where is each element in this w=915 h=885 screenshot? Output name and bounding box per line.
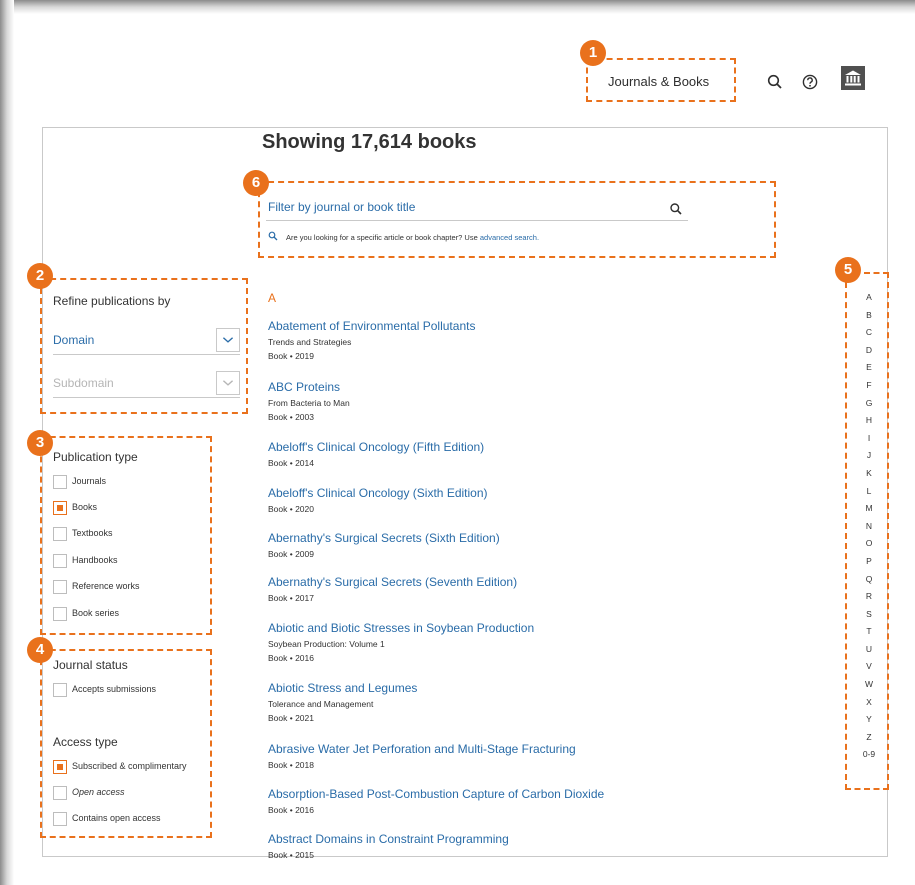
book-title-link[interactable]: Abernathy's Surgical Secrets (Seventh Ed… bbox=[268, 574, 788, 590]
callout-badge-6: 6 bbox=[243, 170, 269, 196]
book-item[interactable]: Abeloff's Clinical Oncology (Sixth Editi… bbox=[268, 485, 788, 515]
book-subtitle: Tolerance and Management bbox=[268, 699, 374, 709]
book-title-link[interactable]: Abatement of Environmental Pollutants bbox=[268, 318, 788, 334]
book-meta: Book • 2016 bbox=[268, 653, 314, 663]
letter-heading: A bbox=[268, 291, 277, 305]
book-meta: Book • 2003 bbox=[268, 412, 314, 422]
book-meta: Book • 2015 bbox=[268, 850, 314, 860]
callout-box-2 bbox=[40, 278, 248, 414]
institution-icon bbox=[845, 70, 861, 86]
book-meta: Book • 2021 bbox=[268, 713, 314, 723]
book-item[interactable]: Abernathy's Surgical Secrets (Sixth Edit… bbox=[268, 530, 788, 560]
callout-box-1 bbox=[586, 58, 736, 102]
book-meta: Book • 2009 bbox=[268, 549, 314, 559]
callout-box-3 bbox=[40, 436, 212, 635]
book-subtitle: Soybean Production: Volume 1 bbox=[268, 639, 385, 649]
book-item[interactable]: Abstract Domains in Constraint Programmi… bbox=[268, 831, 788, 861]
results-heading: Showing 17,614 books bbox=[262, 131, 477, 153]
institution-button[interactable] bbox=[841, 66, 865, 90]
book-item[interactable]: Abrasive Water Jet Perforation and Multi… bbox=[268, 741, 788, 771]
frame-shadow-left bbox=[0, 0, 14, 885]
callout-badge-3: 3 bbox=[27, 430, 53, 456]
book-title-link[interactable]: Abeloff's Clinical Oncology (Sixth Editi… bbox=[268, 485, 788, 501]
book-title-link[interactable]: Abernathy's Surgical Secrets (Sixth Edit… bbox=[268, 530, 788, 546]
book-title-link[interactable]: Abiotic and Biotic Stresses in Soybean P… bbox=[268, 620, 788, 636]
book-item[interactable]: Abeloff's Clinical Oncology (Fifth Editi… bbox=[268, 439, 788, 469]
search-icon[interactable] bbox=[766, 73, 784, 91]
book-meta: Book • 2020 bbox=[268, 504, 314, 514]
book-meta: Book • 2016 bbox=[268, 805, 314, 815]
help-icon[interactable] bbox=[801, 73, 819, 91]
book-item[interactable]: Absorption-Based Post-Combustion Capture… bbox=[268, 786, 788, 816]
book-title-link[interactable]: Abrasive Water Jet Perforation and Multi… bbox=[268, 741, 788, 757]
callout-box-4 bbox=[40, 649, 212, 838]
book-item[interactable]: Abiotic Stress and Legumes Tolerance and … bbox=[268, 680, 788, 724]
book-title-link[interactable]: ABC Proteins bbox=[268, 379, 788, 395]
book-item[interactable]: Abernathy's Surgical Secrets (Seventh Ed… bbox=[268, 574, 788, 604]
book-subtitle: Trends and Strategies bbox=[268, 337, 352, 347]
book-subtitle: From Bacteria to Man bbox=[268, 398, 350, 408]
book-title-link[interactable]: Abeloff's Clinical Oncology (Fifth Editi… bbox=[268, 439, 788, 455]
book-title-link[interactable]: Abstract Domains in Constraint Programmi… bbox=[268, 831, 788, 847]
callout-badge-1: 1 bbox=[580, 40, 606, 66]
book-meta: Book • 2017 bbox=[268, 593, 314, 603]
callout-badge-4: 4 bbox=[27, 637, 53, 663]
callout-badge-2: 2 bbox=[27, 263, 53, 289]
book-meta: Book • 2014 bbox=[268, 458, 314, 468]
callout-box-6 bbox=[258, 181, 776, 258]
book-item[interactable]: Abatement of Environmental Pollutants Tre… bbox=[268, 318, 788, 362]
book-item[interactable]: Abiotic and Biotic Stresses in Soybean P… bbox=[268, 620, 788, 664]
book-title-link[interactable]: Absorption-Based Post-Combustion Capture… bbox=[268, 786, 788, 802]
book-meta: Book • 2019 bbox=[268, 351, 314, 361]
book-title-link[interactable]: Abiotic Stress and Legumes bbox=[268, 680, 788, 696]
callout-badge-5: 5 bbox=[835, 257, 861, 283]
frame-shadow-top bbox=[0, 0, 915, 14]
callout-box-5 bbox=[845, 272, 889, 790]
book-meta: Book • 2018 bbox=[268, 760, 314, 770]
screenshot-frame: Journals & Books Showing 17,614 books Fi… bbox=[0, 0, 915, 885]
book-item[interactable]: ABC Proteins From Bacteria to Man Book • 2… bbox=[268, 379, 788, 423]
